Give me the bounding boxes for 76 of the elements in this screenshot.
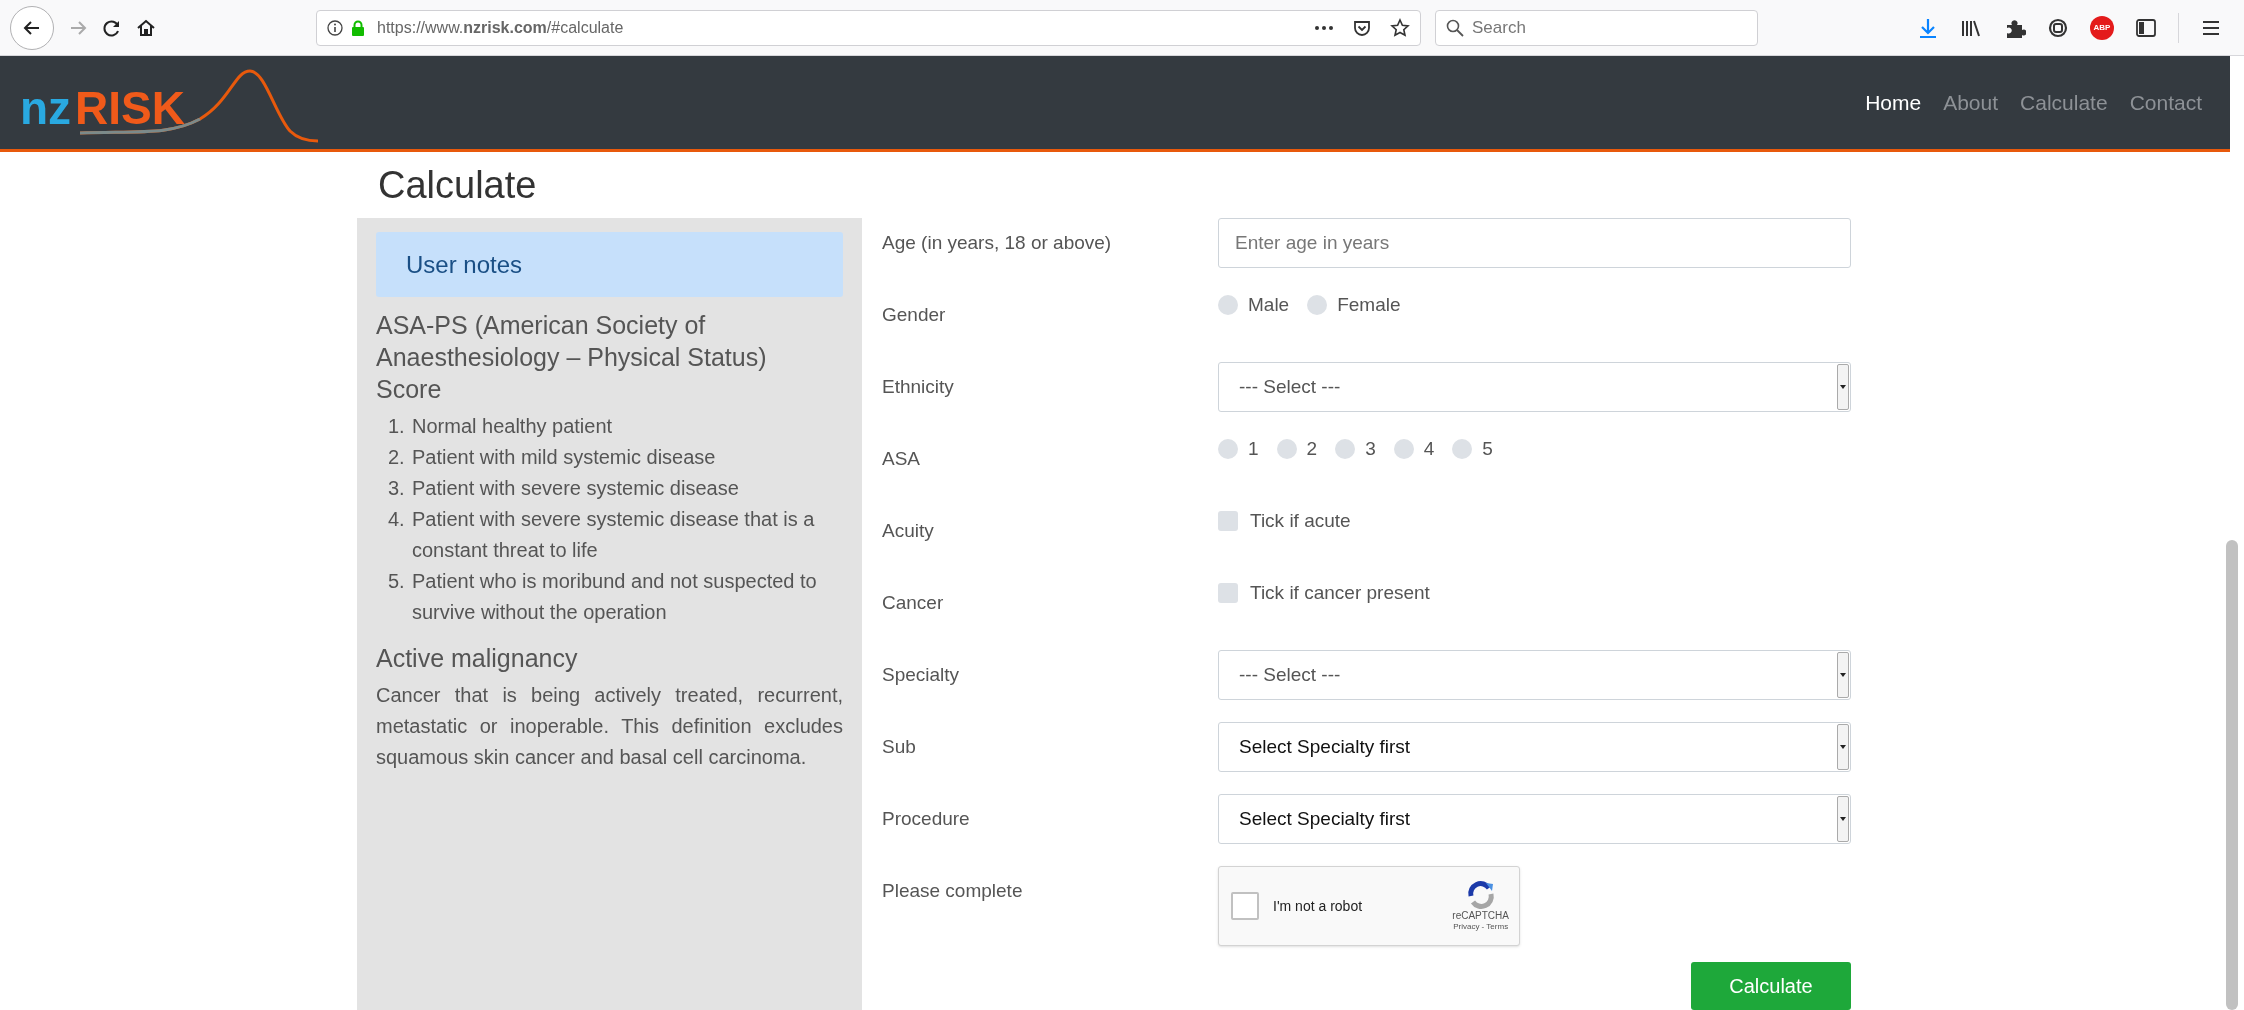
field-label: Acuity: [882, 520, 934, 541]
search-icon: [1446, 18, 1464, 37]
list-number: 3.: [388, 476, 406, 501]
search-field[interactable]: Search: [1435, 9, 1758, 46]
nav-link[interactable]: Calculate: [2020, 86, 2108, 119]
radio-button[interactable]: [1393, 439, 1414, 459]
star-icon[interactable]: [1390, 17, 1410, 38]
list-item-text: Patient who is moribund and not suspected to survive without the operation: [412, 569, 818, 625]
dropdown[interactable]: Select Specialty first: [1218, 722, 1851, 772]
definition-text: Cancer that is being actively treated, recurrent, metastatic or inoperable. This definition excludes squamous skin cancer and basal cell carcinoma.: [376, 683, 843, 770]
checkbox-label: Tick if cancer present: [1250, 581, 1430, 605]
captcha-brand: reCAPTCHA: [1452, 910, 1509, 922]
option-label: 1: [1248, 437, 1259, 461]
back-button[interactable]: [10, 5, 54, 50]
nav-link[interactable]: Home: [1865, 86, 1922, 119]
home-icon[interactable]: [136, 17, 156, 38]
dropdown[interactable]: --- Select ---: [1218, 650, 1851, 700]
field-label: ASA: [882, 448, 921, 469]
list-item-text: Patient with mild systemic disease: [412, 445, 716, 470]
lock-icon[interactable]: [351, 19, 365, 36]
radio-button[interactable]: [1452, 439, 1473, 459]
radio-button[interactable]: [1335, 439, 1356, 459]
captcha-links[interactable]: Privacy - Terms: [1453, 922, 1509, 932]
list-number: 2.: [388, 445, 406, 470]
nav-link[interactable]: Contact: [2129, 86, 2202, 119]
info-icon[interactable]: [327, 19, 343, 36]
download-icon[interactable]: [1918, 16, 1938, 39]
age-input[interactable]: Enter age in years: [1218, 218, 1851, 268]
reload-icon[interactable]: [102, 17, 122, 38]
radio-button[interactable]: [1307, 295, 1328, 315]
field-label: Gender: [882, 304, 946, 325]
menu-icon[interactable]: [2201, 18, 2221, 37]
option-label: Male: [1248, 293, 1290, 317]
radio-button[interactable]: [1276, 439, 1297, 459]
list-number: 4.: [388, 507, 406, 532]
field-label: Ethnicity: [882, 376, 954, 397]
section-heading: ASA-PS (American Society of Anaesthesiology – Physical Status) Score: [376, 310, 768, 405]
field-label: Procedure: [882, 808, 970, 829]
dropdown[interactable]: Select Specialty first: [1218, 794, 1851, 844]
field-label: Please complete: [882, 880, 1023, 901]
adblock-badge[interactable]: ABP: [2090, 15, 2114, 40]
option-label: 4: [1423, 437, 1435, 461]
extension-icon[interactable]: [2048, 17, 2068, 38]
more-icon[interactable]: [1314, 24, 1334, 31]
list-item-text: Patient with severe systemic disease that is a constant threat to life: [412, 507, 816, 563]
field-label: Age (in years, 18 or above): [882, 232, 1112, 253]
site-logo[interactable]: nzRISK: [20, 62, 310, 143]
option-label: 2: [1306, 437, 1318, 461]
nav-link[interactable]: About: [1943, 86, 1999, 119]
checkbox[interactable]: [1218, 511, 1238, 531]
option-label: Female: [1337, 293, 1401, 317]
option-label: 3: [1365, 437, 1376, 461]
address-bar[interactable]: https://www.nzrisk.com/#calculate: [316, 9, 1421, 46]
list-number: 5.: [388, 569, 406, 594]
url-text: https://www.nzrisk.com/#calculate: [377, 17, 624, 38]
list-item-text: Normal healthy patient: [412, 414, 613, 439]
notes-heading: User notes: [406, 249, 523, 280]
field-label: Sub: [882, 736, 916, 757]
section-heading: Active malignancy: [376, 643, 579, 674]
list-item-text: Patient with severe systemic disease: [412, 476, 739, 501]
scrollbar[interactable]: [2226, 540, 2238, 1010]
calculate-button[interactable]: Calculate: [1691, 962, 1851, 1010]
option-label: 5: [1482, 437, 1493, 461]
field-label: Specialty: [882, 664, 960, 685]
field-label: Cancer: [882, 592, 944, 613]
list-number: 1.: [388, 414, 406, 439]
sidebar-icon[interactable]: [2136, 18, 2156, 37]
radio-button[interactable]: [1218, 439, 1238, 459]
page-title: Calculate: [378, 162, 538, 208]
dropdown[interactable]: --- Select ---: [1218, 362, 1851, 412]
checkbox[interactable]: [1218, 583, 1238, 603]
checkbox-label: Tick if acute: [1250, 509, 1351, 533]
bell-curve-icon: [80, 68, 320, 145]
checkbox[interactable]: [1231, 892, 1259, 920]
radio-button[interactable]: [1218, 295, 1238, 315]
captcha-label: I'm not a robot: [1273, 896, 1364, 916]
